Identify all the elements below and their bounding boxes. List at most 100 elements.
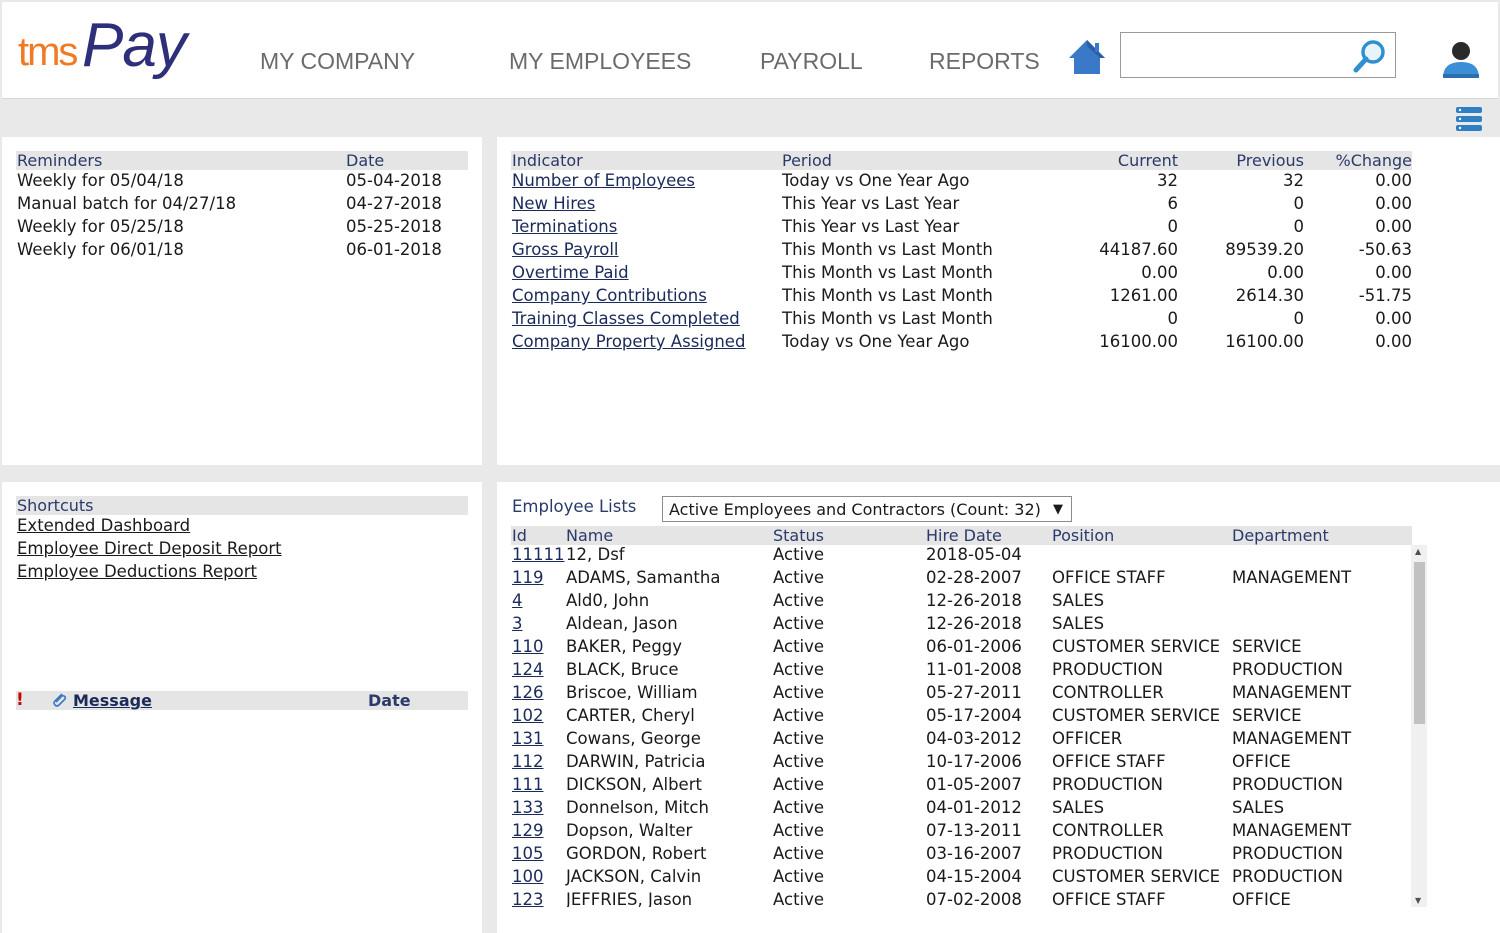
indicator-period: Today vs One Year Ago <box>782 171 970 190</box>
nav-my-company[interactable]: MY COMPANY <box>260 48 415 75</box>
period-header: Period <box>782 151 832 170</box>
indicator-change: 0.00 <box>1375 194 1412 213</box>
indicator-previous: 2614.30 <box>1235 286 1304 305</box>
employee-status: Active <box>773 637 825 656</box>
database-stack-icon[interactable] <box>1455 106 1483 132</box>
top-header: tms Pay MY COMPANY MY EMPLOYEES PAYROLL … <box>2 2 1498 99</box>
nav-my-employees[interactable]: MY EMPLOYEES <box>509 48 691 75</box>
employee-department: OFFICE <box>1232 752 1291 771</box>
employee-id-link[interactable]: 133 <box>512 796 544 819</box>
indicator-change: 0.00 <box>1375 217 1412 236</box>
employee-status: Active <box>773 729 825 748</box>
employee-hire-date: 02-28-2007 <box>926 568 1022 587</box>
employee-status: Active <box>773 798 825 817</box>
employee-id-link[interactable]: 124 <box>512 658 544 681</box>
employee-id-link[interactable]: 126 <box>512 681 544 704</box>
employee-hire-date: 07-02-2008 <box>926 890 1022 907</box>
indicator-link[interactable]: Company Property Assigned <box>512 330 745 353</box>
employee-name: 12, Dsf <box>566 545 625 564</box>
employee-status: Active <box>773 752 825 771</box>
employee-status: Active <box>773 683 825 702</box>
indicator-current: 1261.00 <box>1109 286 1178 305</box>
employee-position: OFFICER <box>1052 729 1123 748</box>
search-icon[interactable] <box>1351 37 1389 75</box>
indicator-change: -50.63 <box>1358 240 1412 259</box>
employee-name: Ald0, John <box>566 591 650 610</box>
employee-id-link[interactable]: 129 <box>512 819 544 842</box>
shortcut-link[interactable]: Employee Deductions Report <box>17 560 257 583</box>
employee-list-select[interactable]: Active Employees and Contractors (Count:… <box>662 496 1072 522</box>
employee-scrollbar[interactable]: ▲ ▼ <box>1411 545 1427 907</box>
indicator-period: This Month vs Last Month <box>782 240 993 259</box>
shortcuts-header: Shortcuts <box>17 496 94 515</box>
user-icon[interactable] <box>1440 38 1482 80</box>
employee-id-link[interactable]: 105 <box>512 842 544 865</box>
position-header: Position <box>1052 526 1115 545</box>
indicator-link[interactable]: Number of Employees <box>512 169 695 192</box>
indicator-previous: 0.00 <box>1267 263 1304 282</box>
employee-department: PRODUCTION <box>1232 844 1343 863</box>
employee-status: Active <box>773 614 825 633</box>
employee-department: SERVICE <box>1232 637 1302 656</box>
employee-id-link[interactable]: 131 <box>512 727 544 750</box>
indicator-link[interactable]: New Hires <box>512 192 595 215</box>
indicator-current: 0.00 <box>1141 263 1178 282</box>
name-header: Name <box>566 526 614 545</box>
shortcuts-panel: Shortcuts Extended Dashboard Employee Dir… <box>2 482 482 933</box>
messages-header-row: ! Message Date <box>16 691 468 710</box>
home-icon[interactable] <box>1067 38 1107 78</box>
reminders-header: Reminders <box>17 151 103 170</box>
employee-name: JACKSON, Calvin <box>566 867 702 886</box>
scroll-down-icon[interactable]: ▼ <box>1415 896 1421 905</box>
indicator-link[interactable]: Terminations <box>512 215 617 238</box>
reminders-date-header: Date <box>346 151 385 170</box>
indicator-link[interactable]: Training Classes Completed <box>512 307 740 330</box>
indicator-change: -51.75 <box>1358 286 1412 305</box>
search-input[interactable] <box>1127 39 1351 71</box>
employee-status: Active <box>773 660 825 679</box>
employee-id-link[interactable]: 110 <box>512 635 544 658</box>
hire-date-header: Hire Date <box>926 526 1002 545</box>
indicator-previous: 0 <box>1293 309 1305 328</box>
indicator-period: This Month vs Last Month <box>782 286 993 305</box>
message-date-header: Date <box>368 691 411 710</box>
employee-position: SALES <box>1052 591 1105 610</box>
employee-id-link[interactable]: 11111 <box>512 544 565 566</box>
scrollbar-thumb[interactable] <box>1414 562 1425 724</box>
shortcut-link[interactable]: Employee Direct Deposit Report <box>17 537 282 560</box>
indicator-link[interactable]: Overtime Paid <box>512 261 629 284</box>
indicator-link[interactable]: Gross Payroll <box>512 238 619 261</box>
employee-lists-label: Employee Lists <box>512 497 637 516</box>
search-field <box>1120 32 1396 78</box>
employee-status: Active <box>773 867 825 886</box>
employee-position: CONTROLLER <box>1052 821 1164 840</box>
employee-hire-date: 11-01-2008 <box>926 660 1022 679</box>
nav-reports[interactable]: REPORTS <box>929 48 1040 75</box>
indicator-period: This Year vs Last Year <box>782 217 960 236</box>
scroll-up-icon[interactable]: ▲ <box>1415 547 1421 556</box>
shortcut-link[interactable]: Extended Dashboard <box>17 514 190 537</box>
employee-name: GORDON, Robert <box>566 844 707 863</box>
employee-id-link[interactable]: 112 <box>512 750 544 773</box>
employee-name: BAKER, Peggy <box>566 637 683 656</box>
employee-position: SALES <box>1052 798 1105 817</box>
employee-id-link[interactable]: 119 <box>512 566 544 589</box>
employee-position: CUSTOMER SERVICE <box>1052 637 1221 656</box>
employee-status: Active <box>773 545 825 564</box>
tmspay-logo[interactable]: tms Pay <box>18 11 188 86</box>
employee-id-link[interactable]: 111 <box>512 773 544 796</box>
employee-id-link[interactable]: 102 <box>512 704 544 727</box>
employees-header-row: Id Name Status Hire Date Position Depart… <box>511 526 1412 545</box>
exclamation-icon: ! <box>16 690 24 710</box>
message-sort-link[interactable]: Message <box>73 691 152 710</box>
employee-id-link[interactable]: 3 <box>512 612 523 635</box>
employee-id-link[interactable]: 4 <box>512 589 523 612</box>
indicator-link[interactable]: Company Contributions <box>512 284 707 307</box>
employee-position: PRODUCTION <box>1052 775 1163 794</box>
employee-id-link[interactable]: 100 <box>512 865 544 888</box>
employee-id-link[interactable]: 123 <box>512 888 544 907</box>
indicator-current: 6 <box>1167 194 1179 213</box>
nav-payroll[interactable]: PAYROLL <box>760 48 863 75</box>
status-header: Status <box>773 526 824 545</box>
employee-position: OFFICE STAFF <box>1052 890 1166 907</box>
